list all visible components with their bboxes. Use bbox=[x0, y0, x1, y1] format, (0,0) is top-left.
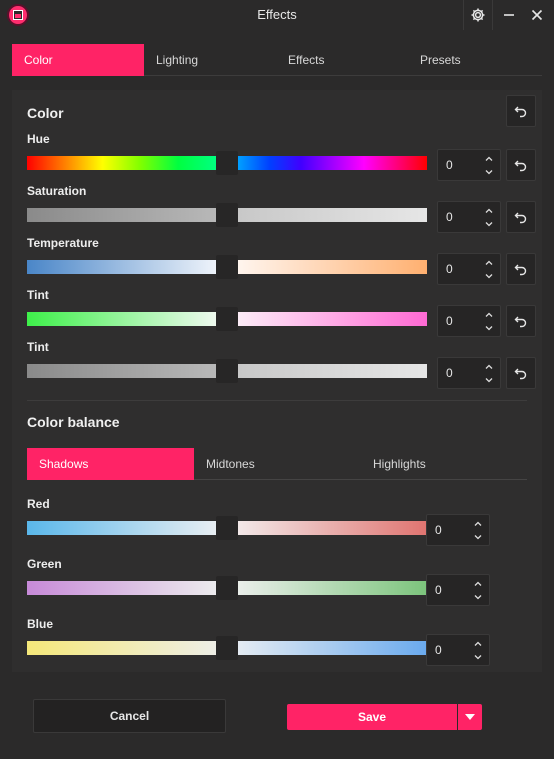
increment-icon[interactable] bbox=[473, 519, 483, 529]
undo-icon bbox=[514, 212, 527, 224]
tab-shadows[interactable]: Shadows bbox=[27, 448, 194, 480]
decrement-icon[interactable] bbox=[473, 532, 483, 542]
temperature-value-input[interactable]: 0 bbox=[437, 253, 501, 285]
undo-icon bbox=[514, 368, 527, 380]
decrement-icon[interactable] bbox=[484, 323, 494, 333]
tab-midtones[interactable]: Midtones bbox=[206, 448, 306, 480]
tint-label: Tint bbox=[27, 288, 49, 302]
tint-2-label: Tint bbox=[27, 340, 49, 354]
saturation-slider[interactable] bbox=[27, 203, 427, 227]
undo-icon bbox=[514, 106, 527, 118]
saturation-value-input[interactable]: 0 bbox=[437, 201, 501, 233]
tint-slider[interactable] bbox=[27, 307, 427, 331]
increment-icon[interactable] bbox=[473, 579, 483, 589]
tab-effects[interactable]: Effects bbox=[288, 44, 388, 76]
hue-label: Hue bbox=[27, 132, 50, 146]
tab-lighting[interactable]: Lighting bbox=[156, 44, 256, 76]
temperature-reset-button[interactable] bbox=[506, 253, 536, 285]
tint-2-reset-button[interactable] bbox=[506, 357, 536, 389]
green-slider[interactable] bbox=[27, 576, 427, 600]
hue-reset-button[interactable] bbox=[506, 149, 536, 181]
caret-down-icon bbox=[465, 714, 475, 720]
blue-slider-handle[interactable] bbox=[216, 636, 238, 660]
close-icon[interactable] bbox=[522, 0, 552, 30]
blue-value-input[interactable]: 0 bbox=[426, 634, 490, 666]
reset-all-color-button[interactable] bbox=[506, 95, 536, 127]
save-button[interactable]: Save bbox=[287, 704, 457, 730]
tab-highlights[interactable]: Highlights bbox=[373, 448, 473, 480]
undo-icon bbox=[514, 316, 527, 328]
tint-2-slider[interactable] bbox=[27, 359, 427, 383]
increment-icon[interactable] bbox=[473, 639, 483, 649]
blue-label: Blue bbox=[27, 617, 54, 631]
hue-slider[interactable] bbox=[27, 151, 427, 175]
increment-icon[interactable] bbox=[484, 310, 494, 320]
decrement-icon[interactable] bbox=[484, 167, 494, 177]
temperature-label: Temperature bbox=[27, 236, 99, 250]
main-tabs: Color Lighting Effects Presets bbox=[12, 44, 542, 76]
red-slider[interactable] bbox=[27, 516, 427, 540]
blue-slider[interactable] bbox=[27, 636, 427, 660]
decrement-icon[interactable] bbox=[473, 652, 483, 662]
color-section-title: Color bbox=[27, 105, 64, 121]
tint-reset-button[interactable] bbox=[506, 305, 536, 337]
tint-value-input[interactable]: 0 bbox=[437, 305, 501, 337]
green-slider-handle[interactable] bbox=[216, 576, 238, 600]
temperature-slider-handle[interactable] bbox=[216, 255, 238, 279]
increment-icon[interactable] bbox=[484, 154, 494, 164]
dialog-footer: Cancel Save bbox=[0, 684, 554, 759]
tint-2-slider-handle[interactable] bbox=[216, 359, 238, 383]
color-panel: Color Hue 0 Saturation 0 Temperature 0 T… bbox=[12, 90, 542, 672]
minimize-icon[interactable] bbox=[494, 0, 524, 30]
decrement-icon[interactable] bbox=[484, 375, 494, 385]
save-options-button[interactable] bbox=[458, 704, 482, 730]
undo-icon bbox=[514, 160, 527, 172]
tint-slider-handle[interactable] bbox=[216, 307, 238, 331]
temperature-slider[interactable] bbox=[27, 255, 427, 279]
saturation-slider-handle[interactable] bbox=[216, 203, 238, 227]
tint-2-value-input[interactable]: 0 bbox=[437, 357, 501, 389]
decrement-icon[interactable] bbox=[484, 271, 494, 281]
tab-presets[interactable]: Presets bbox=[420, 44, 520, 76]
undo-icon bbox=[514, 264, 527, 276]
decrement-icon[interactable] bbox=[473, 592, 483, 602]
hue-value-input[interactable]: 0 bbox=[437, 149, 501, 181]
red-value-input[interactable]: 0 bbox=[426, 514, 490, 546]
increment-icon[interactable] bbox=[484, 258, 494, 268]
saturation-label: Saturation bbox=[27, 184, 87, 198]
cancel-button[interactable]: Cancel bbox=[33, 699, 226, 733]
green-label: Green bbox=[27, 557, 62, 571]
saturation-reset-button[interactable] bbox=[506, 201, 536, 233]
decrement-icon[interactable] bbox=[484, 219, 494, 229]
color-balance-tabs: Shadows Midtones Highlights bbox=[27, 448, 527, 480]
increment-icon[interactable] bbox=[484, 206, 494, 216]
color-balance-title: Color balance bbox=[27, 414, 120, 430]
title-bar: Effects bbox=[0, 0, 554, 30]
increment-icon[interactable] bbox=[484, 362, 494, 372]
green-value-input[interactable]: 0 bbox=[426, 574, 490, 606]
tab-color[interactable]: Color bbox=[12, 44, 144, 76]
red-label: Red bbox=[27, 497, 50, 511]
section-divider bbox=[27, 400, 527, 401]
red-slider-handle[interactable] bbox=[216, 516, 238, 540]
hue-slider-handle[interactable] bbox=[216, 151, 238, 175]
settings-gear-icon[interactable] bbox=[463, 0, 493, 30]
